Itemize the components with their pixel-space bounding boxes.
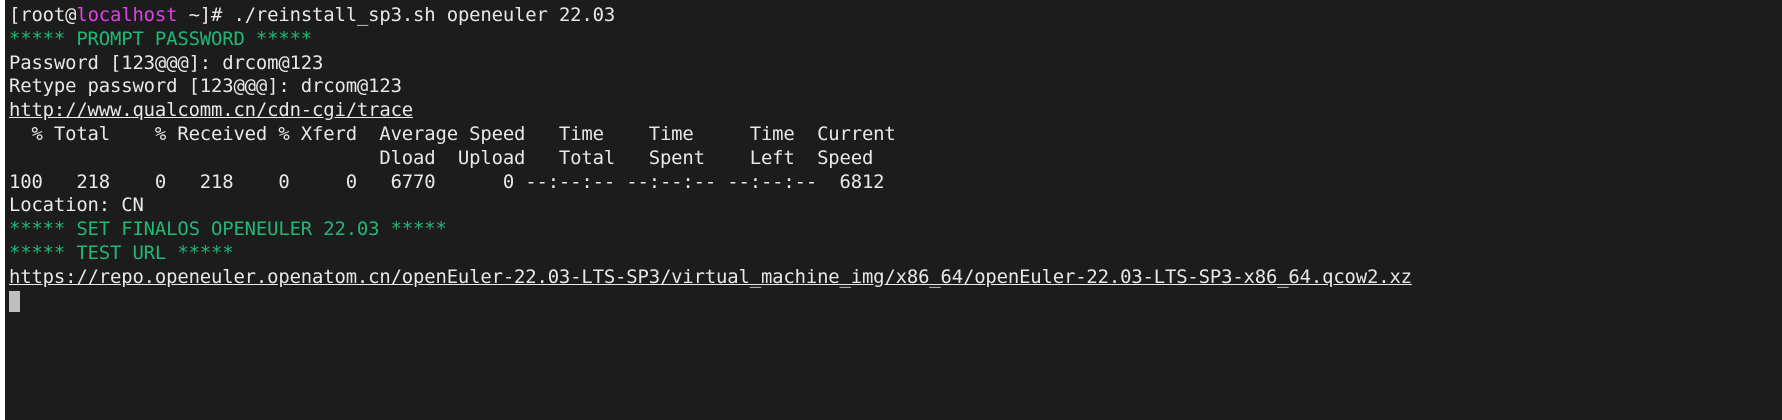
command-prompt-line: [root@localhost ~]# ./reinstall_sp3.sh o… <box>9 4 1782 28</box>
curl-header-row-2: Dload Upload Total Spent Left Speed <box>9 146 874 169</box>
curl-header-row-1: % Total % Received % Xferd Average Speed… <box>9 122 896 145</box>
terminal-window[interactable]: [root@localhost ~]# ./reinstall_sp3.sh o… <box>5 0 1782 420</box>
curl-progress-row: 100 218 0 218 0 0 6770 0 --:--:-- --:--:… <box>9 170 885 193</box>
prompt-close: ~]# <box>177 4 234 26</box>
banner-test-url: ***** TEST URL ***** <box>9 241 234 264</box>
location-line: Location: CN <box>9 194 144 217</box>
retype-password-line: Retype password [123@@@]: drcom@123 <box>9 75 402 98</box>
prompt-host: localhost <box>76 4 178 26</box>
image-url-link[interactable]: https://repo.openeuler.openatom.cn/openE… <box>9 266 1412 288</box>
banner-prompt-password: ***** PROMPT PASSWORD ***** <box>9 27 313 50</box>
text-cursor <box>9 290 20 312</box>
command-text: ./reinstall_sp3.sh openeuler 22.03 <box>233 4 616 26</box>
trace-url-link[interactable]: http://www.qualcomm.cn/cdn-cgi/trace <box>9 99 413 121</box>
prompt-open: [root@ <box>9 4 77 26</box>
banner-set-finalos: ***** SET FINALOS OPENEULER 22.03 ***** <box>9 218 447 241</box>
password-line: Password [123@@@]: drcom@123 <box>9 51 324 74</box>
